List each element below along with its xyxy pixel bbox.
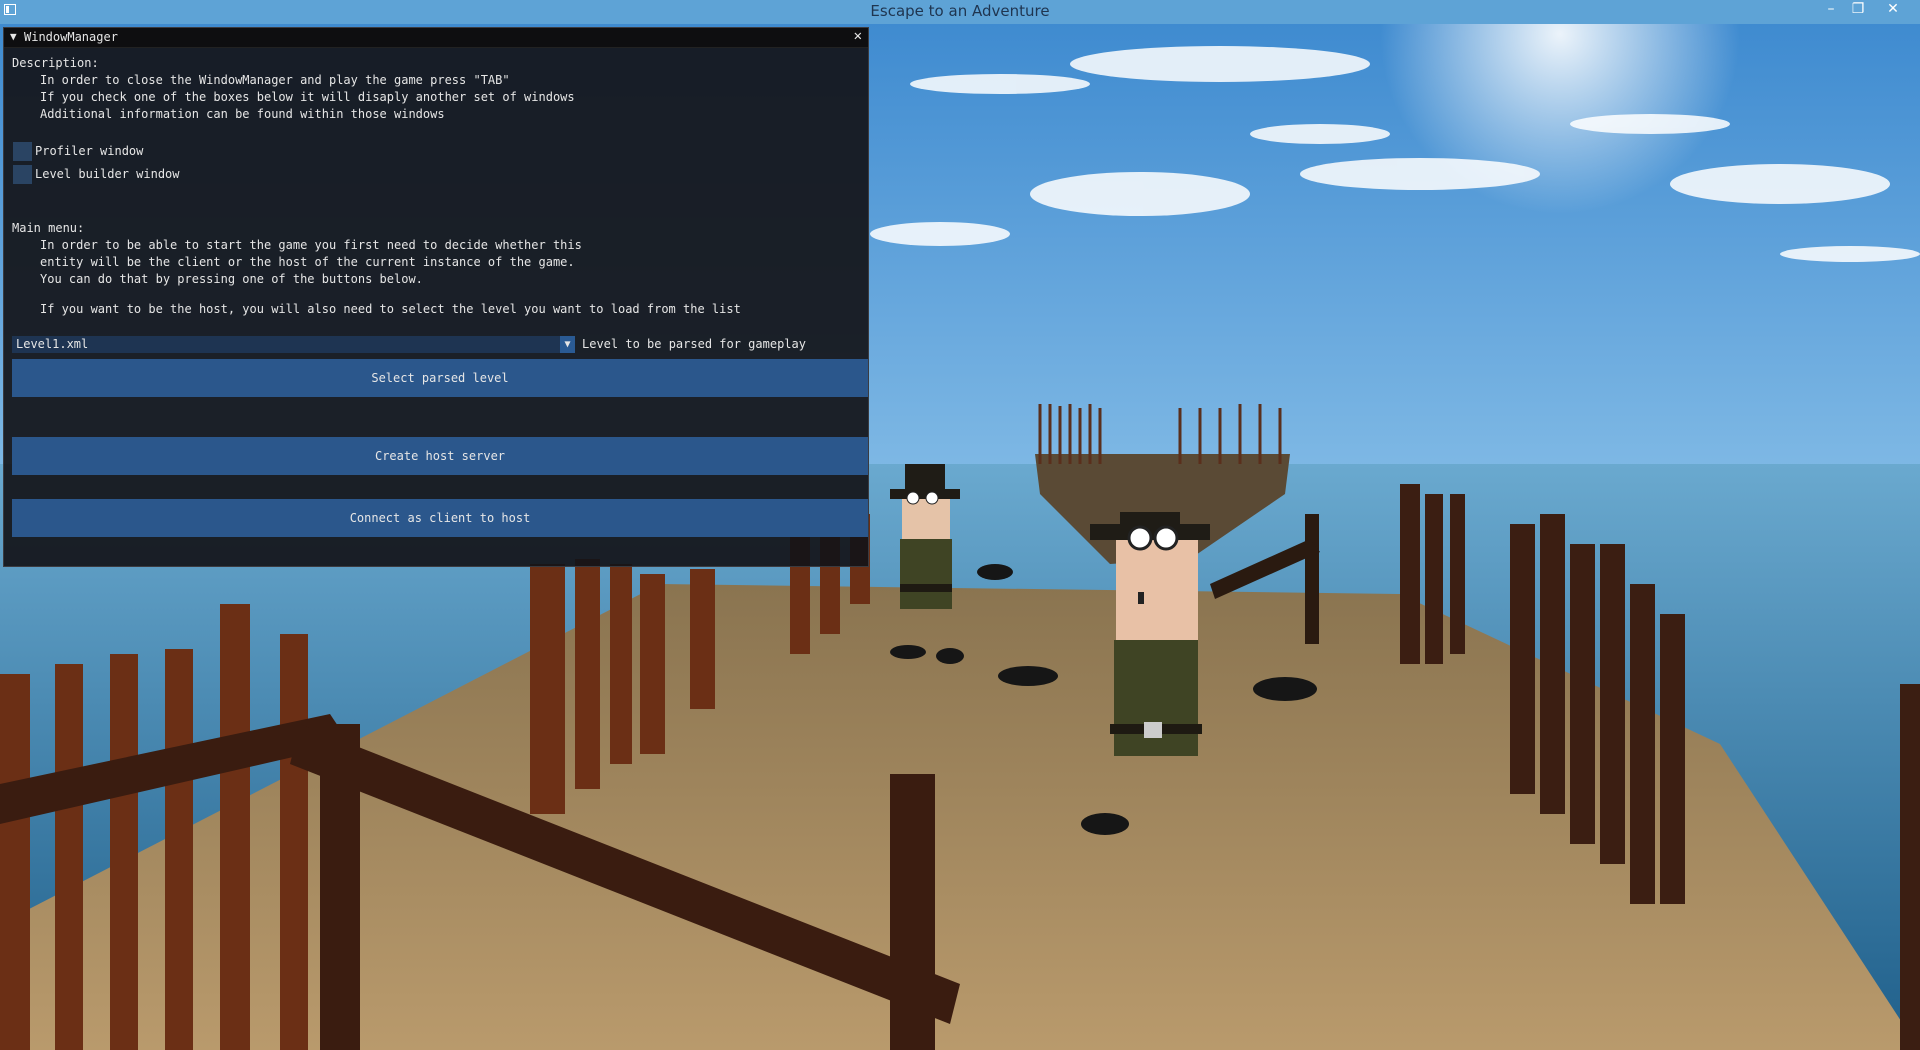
description-line: Additional information can be found with…	[40, 107, 445, 121]
main-menu-line: entity will be the client or the host of…	[40, 255, 575, 269]
level-select-label: Level to be parsed for gameplay	[582, 337, 806, 351]
level-select-dropdown[interactable]: Level1.xml ▼	[12, 336, 575, 353]
close-window-button[interactable]: ✕	[1880, 0, 1906, 20]
window-title: Escape to an Adventure	[870, 2, 1050, 20]
level-select-value: Level1.xml	[16, 337, 89, 351]
profiler-window-label[interactable]: Profiler window	[35, 144, 143, 158]
window-manager-title: WindowManager	[24, 30, 118, 44]
main-menu-line: You can do that by pressing one of the b…	[40, 272, 423, 286]
select-parsed-level-button[interactable]: Select parsed level	[12, 359, 868, 397]
maximize-button[interactable]: ❐	[1845, 0, 1871, 20]
game-window: Escape to an Adventure – ❐ ✕ ▼ WindowMan…	[0, 0, 1920, 1050]
main-menu-line: If you want to be the host, you will als…	[40, 302, 741, 316]
window-manager-panel[interactable]: ▼ WindowManager ✕ Description: In order …	[3, 27, 869, 567]
main-menu-heading: Main menu:	[12, 221, 85, 235]
window-titlebar[interactable]: Escape to an Adventure – ❐ ✕	[0, 0, 1920, 24]
minimize-button[interactable]: –	[1818, 0, 1844, 20]
close-icon[interactable]: ✕	[854, 28, 862, 44]
description-heading: Description:	[12, 56, 99, 70]
level-builder-window-label[interactable]: Level builder window	[35, 167, 180, 181]
level-builder-window-checkbox[interactable]	[13, 165, 32, 184]
description-line: If you check one of the boxes below it w…	[40, 90, 575, 104]
collapse-triangle-icon[interactable]: ▼	[10, 30, 17, 43]
chevron-down-icon[interactable]: ▼	[560, 336, 575, 353]
main-menu-line: In order to be able to start the game yo…	[40, 238, 582, 252]
window-manager-titlebar[interactable]: ▼ WindowManager ✕	[4, 28, 868, 48]
profiler-window-checkbox[interactable]	[13, 142, 32, 161]
description-line: In order to close the WindowManager and …	[40, 73, 510, 87]
center-post	[1305, 514, 1319, 644]
create-host-server-button[interactable]: Create host server	[12, 437, 868, 475]
connect-as-client-button[interactable]: Connect as client to host	[12, 499, 868, 537]
